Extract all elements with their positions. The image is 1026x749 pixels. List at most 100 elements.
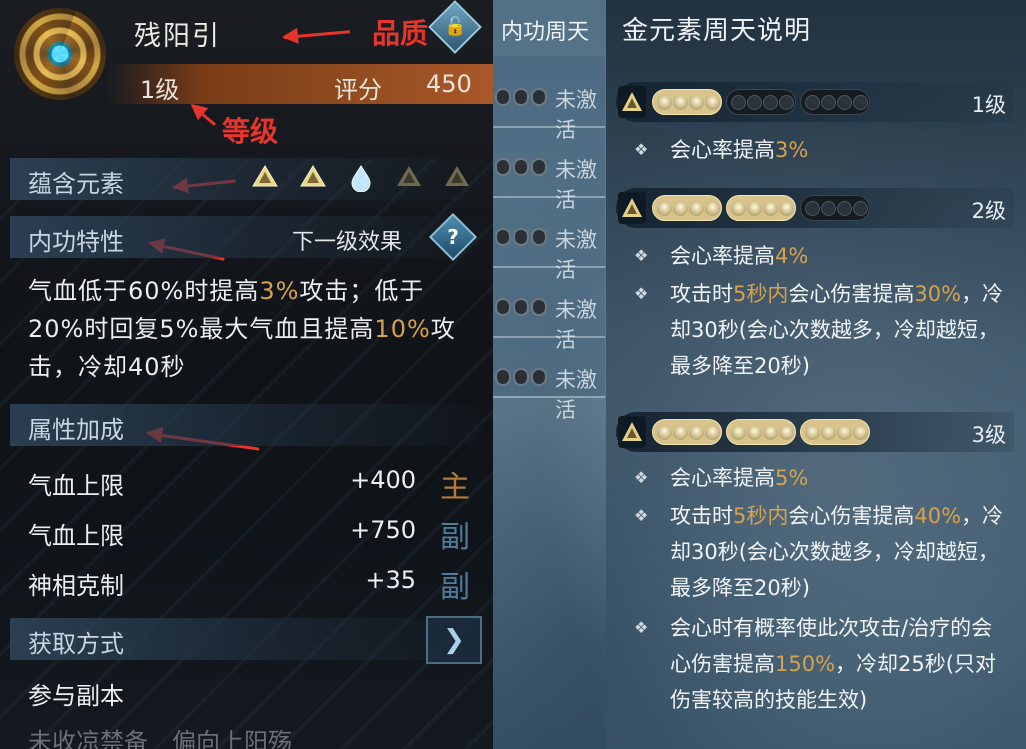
trait-description: 气血低于60%时提高3%攻击；低于20%时回复5%最大气血且提高10%攻击，冷却…: [28, 277, 456, 381]
bead-icon: [531, 298, 547, 316]
bead-icon: [495, 88, 511, 106]
progress-pill-on: [652, 195, 722, 221]
level-header: 2级: [616, 188, 1014, 228]
bead-icon: [531, 158, 547, 176]
item-name: 残阳引: [134, 21, 221, 52]
bead-icon: [513, 158, 529, 176]
water-drop-icon: [351, 165, 371, 192]
level-header: 1级: [616, 82, 1014, 122]
diamond-bullet-icon: ❖: [634, 140, 649, 159]
attribute-tag-sub: 副: [440, 570, 470, 605]
lock-icon[interactable]: 🔓: [428, 0, 482, 54]
item-detail-panel: 残阳引 🔓 1级 评分 450 品质 等级 蕴含元素 内功特性 下一级效果 ? …: [0, 0, 493, 749]
annotation-quality: 品质: [372, 17, 429, 50]
progress-pill-on: [726, 419, 796, 445]
effect-bullet: ❖ 攻击时5秒内会心伤害提高40%，冷却30秒(会心次数越多，冷却越短，最多降至…: [634, 498, 1004, 606]
score-label: 评分: [334, 76, 382, 104]
gold-triangle-icon: [618, 192, 646, 224]
bead-icon: [531, 88, 547, 106]
meridian-list-item[interactable]: 未激活: [493, 218, 605, 282]
gold-triangle-icon: [618, 86, 646, 118]
attributes-title: 属性加成: [28, 416, 124, 444]
divider: [493, 266, 605, 268]
attribute-value: +35: [365, 566, 416, 594]
next-level-effect-label[interactable]: 下一级效果: [292, 224, 402, 256]
meridian-status: 未激活: [555, 88, 597, 142]
bead-icon: [513, 228, 529, 246]
bead-icon: [513, 298, 529, 316]
annotation-grade: 等级: [222, 115, 279, 148]
diamond-bullet-icon: ❖: [634, 284, 649, 303]
meridian-panel: 内功周天 未激活 未激活 未激活 未激活 未激活 金元素周天说明 1级 ❖ 会心…: [493, 0, 1026, 749]
diamond-bullet-icon: ❖: [634, 468, 649, 487]
bead-icon: [531, 368, 547, 386]
divider: [493, 336, 605, 338]
source-text-partial: 未收凉禁备 偏向上阳殇: [28, 728, 292, 749]
effect-bullet: ❖ 会心时有概率使此次攻击/治疗的会心伤害提高150%，冷却25秒(只对伤害较高…: [634, 610, 1004, 718]
gold-triangle-dim-icon: [445, 166, 469, 186]
progress-pill-on: [652, 89, 722, 115]
progress-pill-off: [726, 89, 796, 115]
attribute-row: 神相克制 +35 副: [28, 562, 478, 605]
source-expand-button[interactable]: ❯: [426, 616, 482, 664]
source-text: 参与副本: [28, 682, 124, 710]
element-info-panel: 金元素周天说明 1级 ❖ 会心率提高3% 2级 ❖ 会心率提高4% ❖ 攻击时5…: [606, 0, 1026, 749]
meridian-status: 未激活: [555, 298, 597, 352]
element-icons: [252, 164, 470, 194]
meridian-status: 未激活: [555, 368, 597, 422]
bead-icon: [495, 228, 511, 246]
effect-bullet: ❖ 会心率提高4%: [634, 238, 1004, 274]
bead-icon: [495, 158, 511, 176]
score-value: 450: [426, 70, 472, 98]
level-header: 3级: [616, 412, 1014, 452]
tab-meridian[interactable]: 内功周天: [501, 14, 589, 46]
gold-triangle-dim-icon: [397, 166, 421, 186]
bead-icon: [513, 368, 529, 386]
bead-icon: [495, 368, 511, 386]
progress-pill-on: [652, 419, 722, 445]
bead-icon: [513, 88, 529, 106]
progress-pill-on: [726, 195, 796, 221]
divider: [493, 396, 605, 398]
gold-triangle-icon: [300, 165, 326, 187]
attribute-name: 气血上限: [28, 472, 124, 500]
divider: [493, 126, 605, 128]
effect-bullet: ❖ 攻击时5秒内会心伤害提高30%，冷却30秒(会心次数越多，冷却越短，最多降至…: [634, 276, 1004, 384]
annotation-arrow-grade: [191, 104, 216, 126]
diamond-bullet-icon: ❖: [634, 506, 649, 525]
meridian-list-item[interactable]: 未激活: [493, 288, 605, 352]
meridian-status: 未激活: [555, 228, 597, 282]
attribute-tag-main: 主: [440, 470, 470, 505]
bead-icon: [495, 298, 511, 316]
attribute-value: +750: [350, 516, 416, 544]
attribute-name: 气血上限: [28, 522, 124, 550]
meridian-list-item[interactable]: 未激活: [493, 78, 605, 142]
bead-icon: [531, 228, 547, 246]
divider: [493, 196, 605, 198]
item-level: 1级: [140, 76, 180, 104]
level-label: 3级: [971, 423, 1006, 447]
attribute-tag-sub: 副: [440, 520, 470, 555]
progress-pill-on: [800, 419, 870, 445]
meridian-list-item[interactable]: 未激活: [493, 148, 605, 212]
source-title: 获取方式: [28, 630, 124, 658]
annotation-arrow-quality: [283, 30, 350, 39]
gold-triangle-icon: [618, 416, 646, 448]
meridian-status: 未激活: [555, 158, 597, 212]
meridian-list-item[interactable]: 未激活: [493, 358, 605, 422]
diamond-bullet-icon: ❖: [634, 246, 649, 265]
effect-bullet: ❖ 会心率提高5%: [634, 460, 1004, 496]
info-title: 金元素周天说明: [622, 16, 812, 46]
progress-pill-off: [800, 89, 870, 115]
progress-pill-off: [800, 195, 870, 221]
attribute-row: 气血上限 +750 副: [28, 512, 478, 555]
attribute-value: +400: [350, 466, 416, 494]
attribute-row: 气血上限 +400 主: [28, 462, 478, 505]
level-label: 2级: [971, 199, 1006, 223]
item-emblem-icon: [14, 8, 106, 100]
trait-title: 内功特性: [28, 228, 124, 256]
level-label: 1级: [971, 93, 1006, 117]
gold-triangle-icon: [252, 165, 278, 187]
diamond-bullet-icon: ❖: [634, 618, 649, 637]
attribute-name: 神相克制: [28, 572, 124, 600]
